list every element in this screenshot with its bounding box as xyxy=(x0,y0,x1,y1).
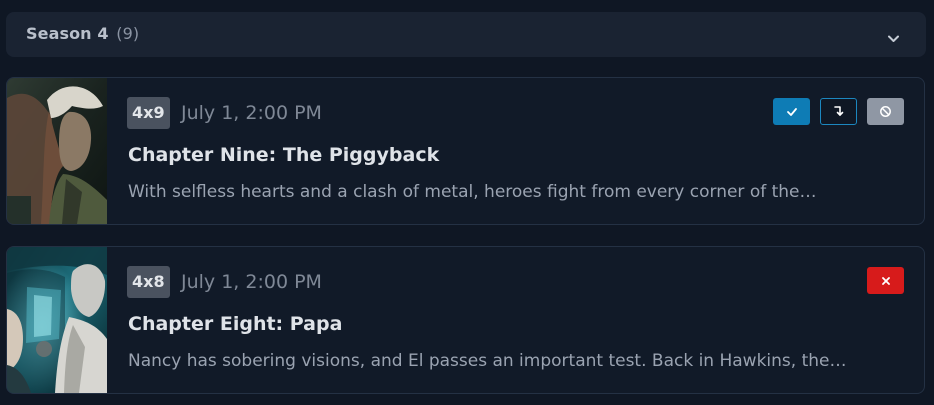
ignore-icon xyxy=(880,106,891,117)
episode-code: 4x9 xyxy=(127,97,170,129)
episode-title: Chapter Nine: The Piggyback xyxy=(128,144,440,166)
season-header[interactable]: Season 4 (9) xyxy=(6,12,926,57)
episode-actions xyxy=(867,267,904,294)
check-icon xyxy=(786,107,797,116)
skip-arrow-icon xyxy=(834,106,844,116)
episode-code: 4x8 xyxy=(127,266,170,298)
episode-title: Chapter Eight: Papa xyxy=(128,313,343,335)
air-date: July 1, 2:00 PM xyxy=(181,102,322,124)
mark-watched-button[interactable] xyxy=(773,98,810,125)
episode-card: 4x8 July 1, 2:00 PM Chapter Eight: Papa … xyxy=(6,246,925,394)
remove-button[interactable] xyxy=(867,267,904,294)
episode-count: (9) xyxy=(116,24,140,43)
close-icon xyxy=(881,276,890,285)
episode-thumbnail xyxy=(7,247,107,393)
episode-card: 4x9 July 1, 2:00 PM Chapter Nine: The Pi… xyxy=(6,77,925,225)
episode-actions xyxy=(773,98,904,125)
episode-thumbnail xyxy=(7,78,107,224)
chevron-down-icon[interactable] xyxy=(887,29,900,42)
season-name: Season 4 xyxy=(26,24,109,43)
season-title: Season 4 (9) xyxy=(26,24,139,44)
episode-description: Nancy has sobering visions, and El passe… xyxy=(128,351,847,371)
air-date: July 1, 2:00 PM xyxy=(181,271,322,293)
skip-button[interactable] xyxy=(820,98,857,125)
episode-description: With selfless hearts and a clash of meta… xyxy=(128,182,817,202)
ignore-button[interactable] xyxy=(867,98,904,125)
